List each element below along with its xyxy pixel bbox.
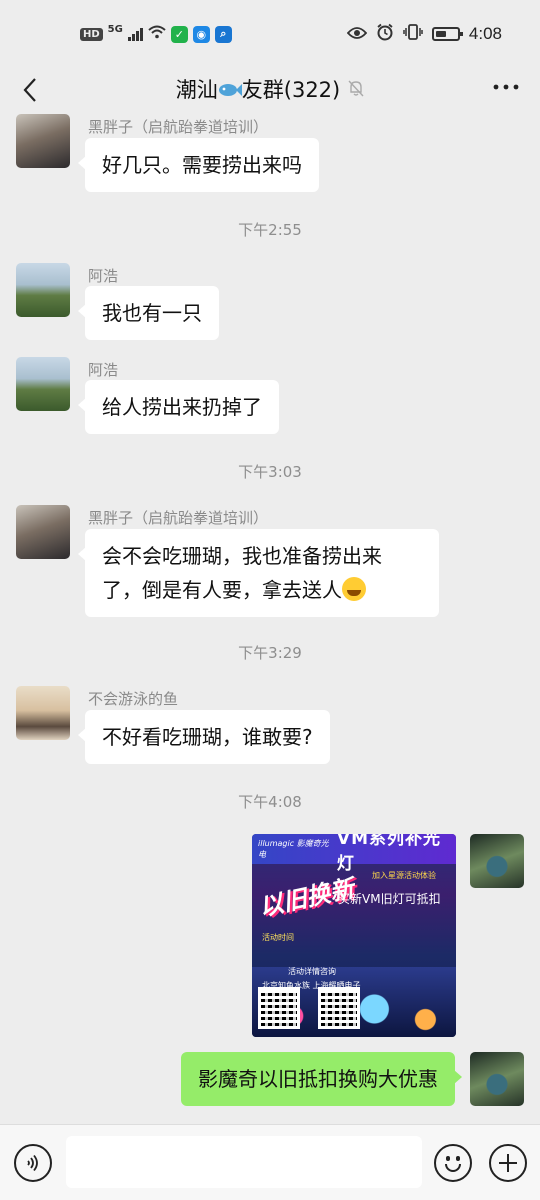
image-message-poster[interactable]: illumagic 影魔奇光电 VM系列补光灯 加入星源活动体验 以旧换新 买新…	[252, 834, 456, 1037]
sender-name: 黑胖子（启航跆拳道培训）	[88, 509, 269, 527]
sender-name: 黑胖子（启航跆拳道培训）	[88, 118, 269, 136]
bulb-app-icon: ◉	[192, 25, 210, 43]
message-bubble[interactable]: 不好看吃珊瑚，谁敢要?	[78, 710, 330, 764]
input-bar	[0, 1124, 540, 1200]
chat-message-list[interactable]: 黑胖子（启航跆拳道培训） 好几只。需要捞出来吗 下午2:55 阿浩 我也有一只 …	[0, 114, 540, 1124]
message-bubble[interactable]: 我也有一只	[78, 286, 219, 340]
battery-icon	[431, 27, 463, 41]
sender-name: 不会游泳的鱼	[88, 690, 179, 708]
fish-icon	[218, 78, 242, 102]
message-text: 了，倒是有人要，拿去送人	[102, 578, 342, 602]
signal-icon	[127, 27, 143, 41]
time-label: 下午2:55	[238, 221, 302, 239]
status-right: 4:08	[346, 22, 502, 46]
qr-code-icon	[258, 987, 300, 1029]
laughing-emoji-icon	[342, 577, 366, 601]
poster-line: 活动时间	[262, 933, 294, 942]
avatar[interactable]	[16, 114, 70, 168]
avatar[interactable]	[16, 263, 70, 317]
eye-comfort-icon	[346, 25, 368, 44]
message-text-line: 会不会吃珊瑚，我也准备捞出来	[102, 544, 382, 568]
poster-tag: 加入星源活动体验	[372, 871, 436, 880]
self-avatar[interactable]	[470, 834, 524, 888]
self-message-bubble[interactable]: 影魔奇以旧抵扣换购大优惠	[181, 1052, 462, 1106]
poster-line: 活动详情咨询	[288, 967, 336, 976]
chat-title: 潮汕 友群(322)	[0, 74, 540, 104]
time-label: 下午3:03	[238, 463, 302, 481]
chat-title-post: 友群(322)	[241, 78, 341, 102]
message-bubble[interactable]: 好几只。需要捞出来吗	[78, 138, 319, 192]
sender-name: 阿浩	[88, 361, 119, 379]
poster-title: VM系列补光灯	[336, 834, 441, 874]
vibrate-icon	[403, 24, 423, 44]
alarm-icon	[376, 23, 394, 45]
app-notification-icon: ✓	[170, 25, 188, 43]
more-button[interactable]	[492, 72, 520, 108]
time-label: 下午3:29	[238, 644, 302, 662]
chat-title-pre: 潮汕	[175, 78, 218, 102]
chat-header: 潮汕 友群(322)	[0, 66, 540, 114]
voice-button[interactable]	[14, 1144, 52, 1182]
poster-header: illumagic 影魔奇光电 VM系列补光灯	[252, 834, 456, 874]
poster-subtitle: 买新VM旧灯可抵扣	[338, 892, 441, 906]
more-icon	[493, 84, 519, 90]
message-input[interactable]	[66, 1136, 422, 1188]
status-time: 4:08	[468, 24, 502, 43]
sender-name: 阿浩	[88, 267, 119, 285]
status-bar: HD 5G ✓ ◉ ⌕ 4:08	[0, 0, 540, 66]
poster-logo: illumagic 影魔奇光电	[258, 839, 329, 859]
avatar[interactable]	[16, 357, 70, 411]
plus-button[interactable]	[489, 1144, 527, 1182]
5g-label: 5G	[107, 23, 123, 35]
voice-icon	[27, 1154, 38, 1172]
self-avatar[interactable]	[470, 1052, 524, 1106]
avatar[interactable]	[16, 505, 70, 559]
qr-code-icon	[318, 987, 360, 1029]
hd-icon: HD	[80, 27, 103, 41]
avatar[interactable]	[16, 686, 70, 740]
message-bubble[interactable]: 会不会吃珊瑚，我也准备捞出来 了，倒是有人要，拿去送人	[78, 529, 439, 617]
message-text-line: 了，倒是有人要，拿去送人	[102, 573, 422, 607]
wifi-icon	[148, 25, 166, 43]
message-bubble[interactable]: 给人捞出来扔掉了	[78, 380, 279, 434]
status-left: HD 5G ✓ ◉ ⌕	[80, 24, 232, 44]
search-app-icon: ⌕	[214, 25, 232, 43]
emoji-button[interactable]	[434, 1144, 472, 1182]
mute-bell-icon	[348, 80, 364, 101]
time-label: 下午4:08	[238, 793, 302, 811]
